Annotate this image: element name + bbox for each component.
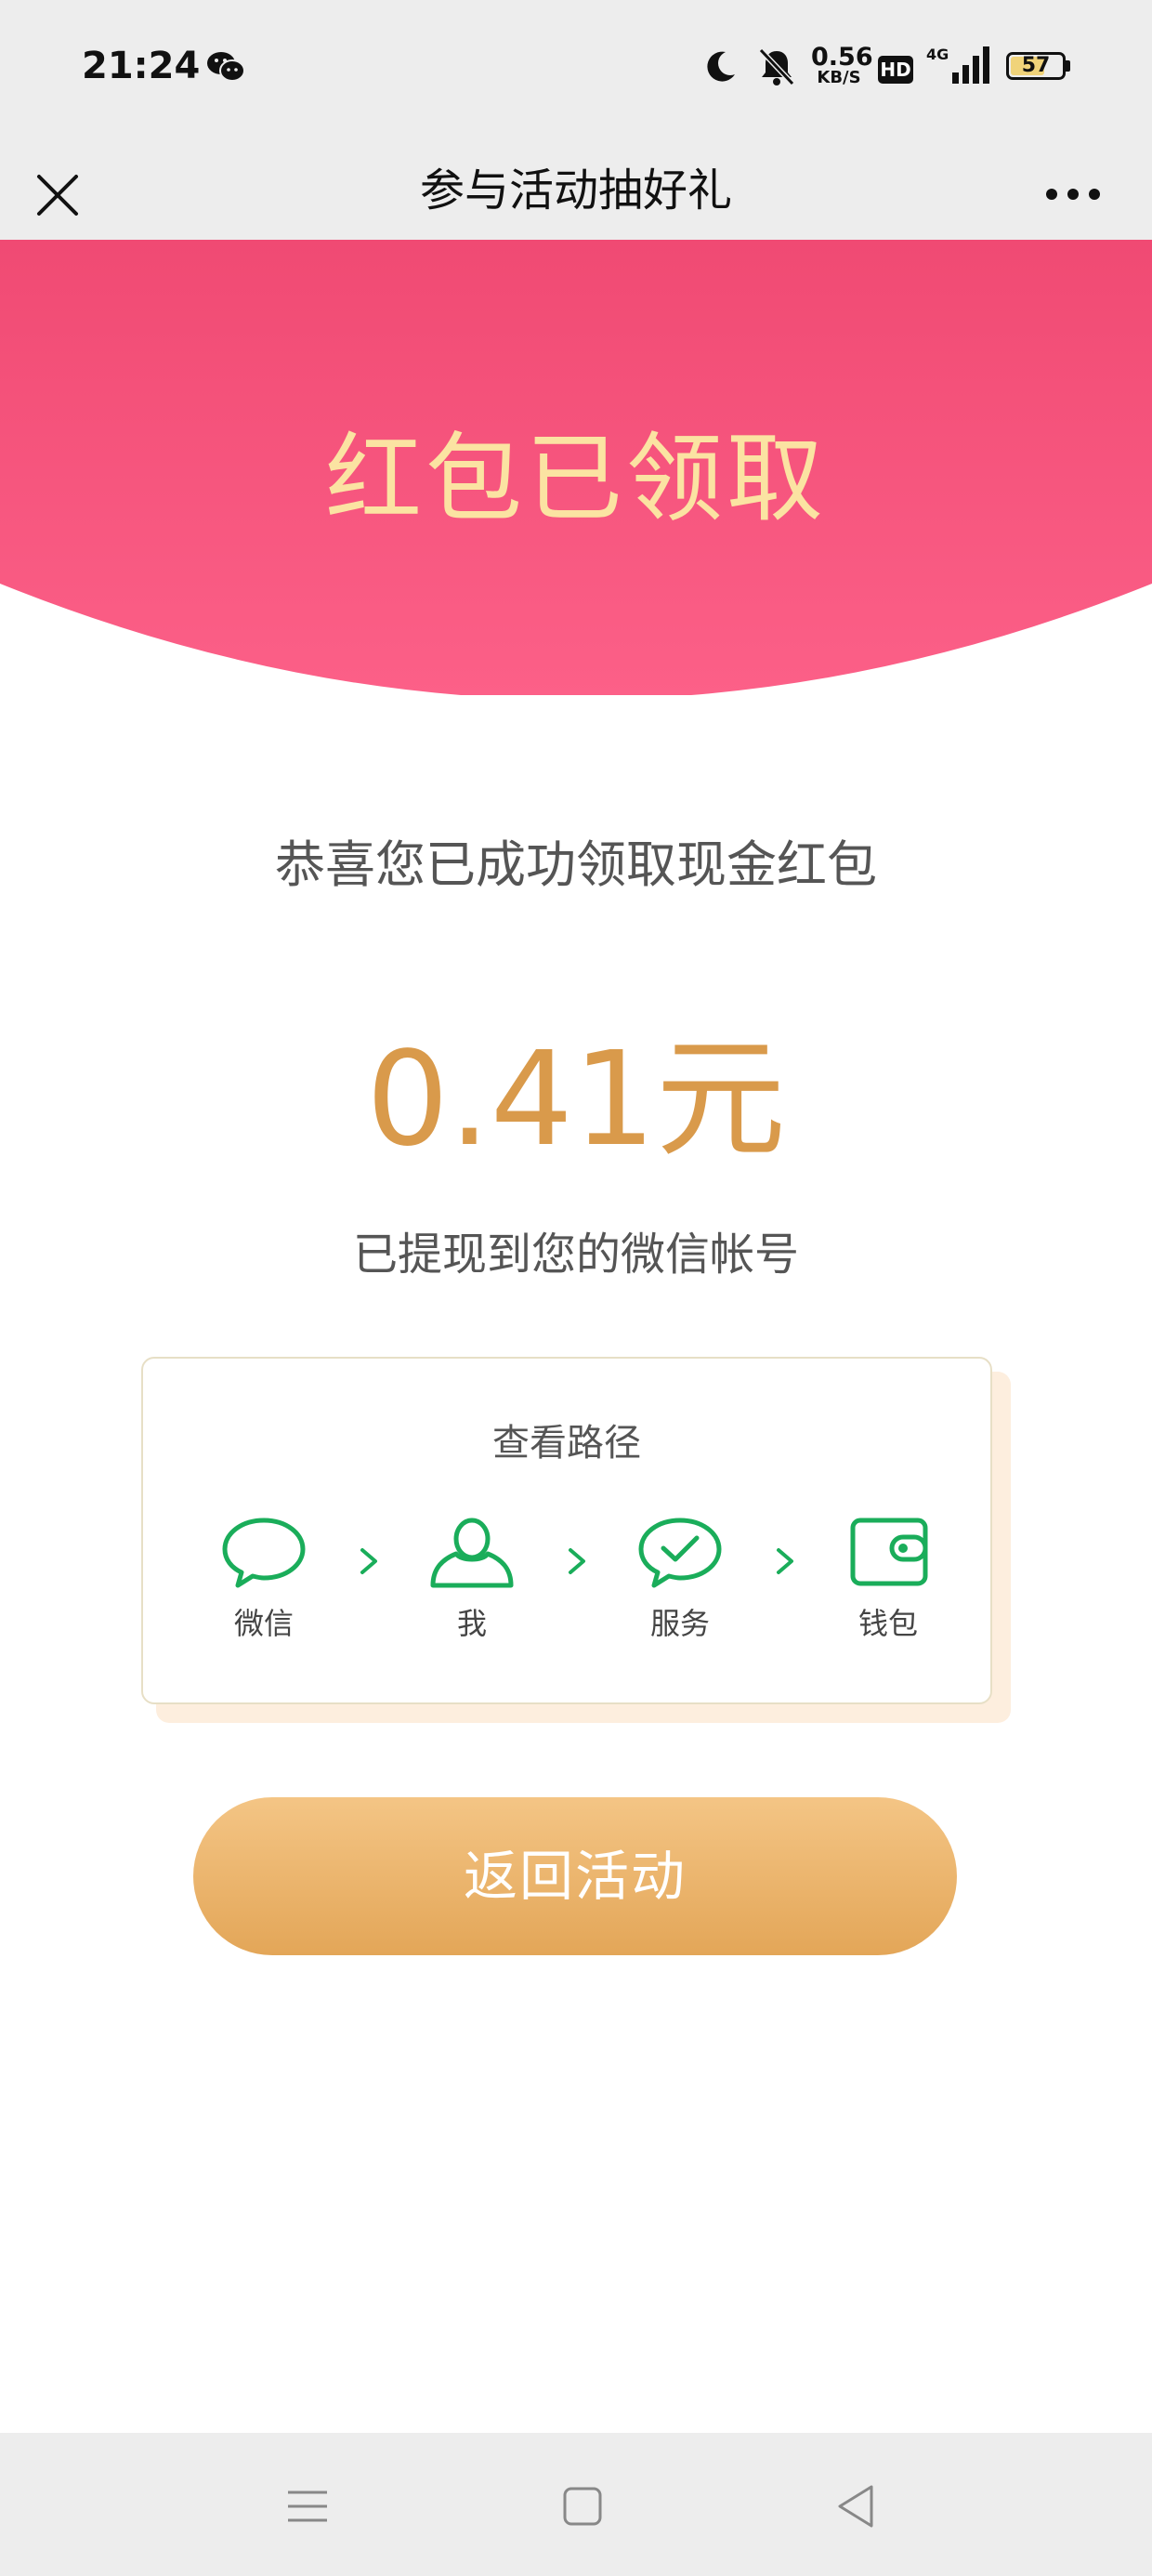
path-step-services: 服务 (615, 1515, 745, 1643)
chevron-right-icon (569, 1548, 585, 1574)
return-to-activity-button[interactable]: 返回活动 (193, 1797, 957, 1955)
chevron-right-icon (360, 1548, 377, 1574)
path-step-wechat: 微信 (199, 1515, 329, 1643)
network-speed: 0.56 KB/S (811, 43, 873, 87)
person-icon (430, 1518, 514, 1588)
status-time: 21:24 (82, 45, 201, 87)
path-step-label: 钱包 (857, 1606, 918, 1641)
path-step-wallet: 钱包 (823, 1515, 953, 1643)
cash-amount: 0.41元 (366, 1024, 786, 1176)
withdrawn-notice: 已提现到您的微信帐号 (352, 1229, 799, 1281)
bell-muted-icon (758, 47, 795, 86)
close-icon[interactable] (28, 165, 87, 225)
battery-level: 57 (1021, 54, 1051, 77)
do-not-disturb-moon-icon (707, 51, 735, 82)
menu-icon[interactable] (275, 2474, 340, 2539)
chat-bubble-icon (222, 1518, 306, 1588)
page-title: 参与活动抽好礼 (419, 164, 732, 217)
path-step-me: 我 (407, 1515, 537, 1643)
back-icon[interactable] (825, 2474, 890, 2539)
wallet-icon (850, 1518, 928, 1586)
battery-indicator: 57 (1006, 52, 1073, 84)
congrats-text: 恭喜您已成功领取现金红包 (275, 835, 877, 894)
path-card: 查看路径 微信 我 服务 钱包 (141, 1357, 992, 1704)
network-speed-value: 0.56 (811, 43, 873, 72)
nav-bar: 参与活动抽好礼 (0, 139, 1152, 242)
path-step-label: 服务 (649, 1606, 710, 1641)
more-options-icon[interactable] (1041, 171, 1106, 217)
network-speed-unit: KB/S (817, 68, 861, 87)
network-type-label: 4G (926, 46, 949, 63)
chevron-right-icon (777, 1548, 793, 1574)
wechat-notification-icon (207, 52, 245, 82)
status-bar: 21:24 0.56 KB/S HD 4G 57 (0, 0, 1152, 139)
path-step-label: 我 (456, 1606, 487, 1641)
banner-title: 红包已领取 (324, 422, 827, 535)
hd-badge: HD (878, 56, 913, 84)
signal-icon: 4G (926, 46, 989, 84)
check-bubble-icon (638, 1518, 722, 1588)
path-card-title: 查看路径 (492, 1422, 641, 1465)
home-icon[interactable] (550, 2474, 615, 2539)
path-step-label: 微信 (233, 1606, 294, 1641)
system-nav-bar (0, 2433, 1152, 2576)
